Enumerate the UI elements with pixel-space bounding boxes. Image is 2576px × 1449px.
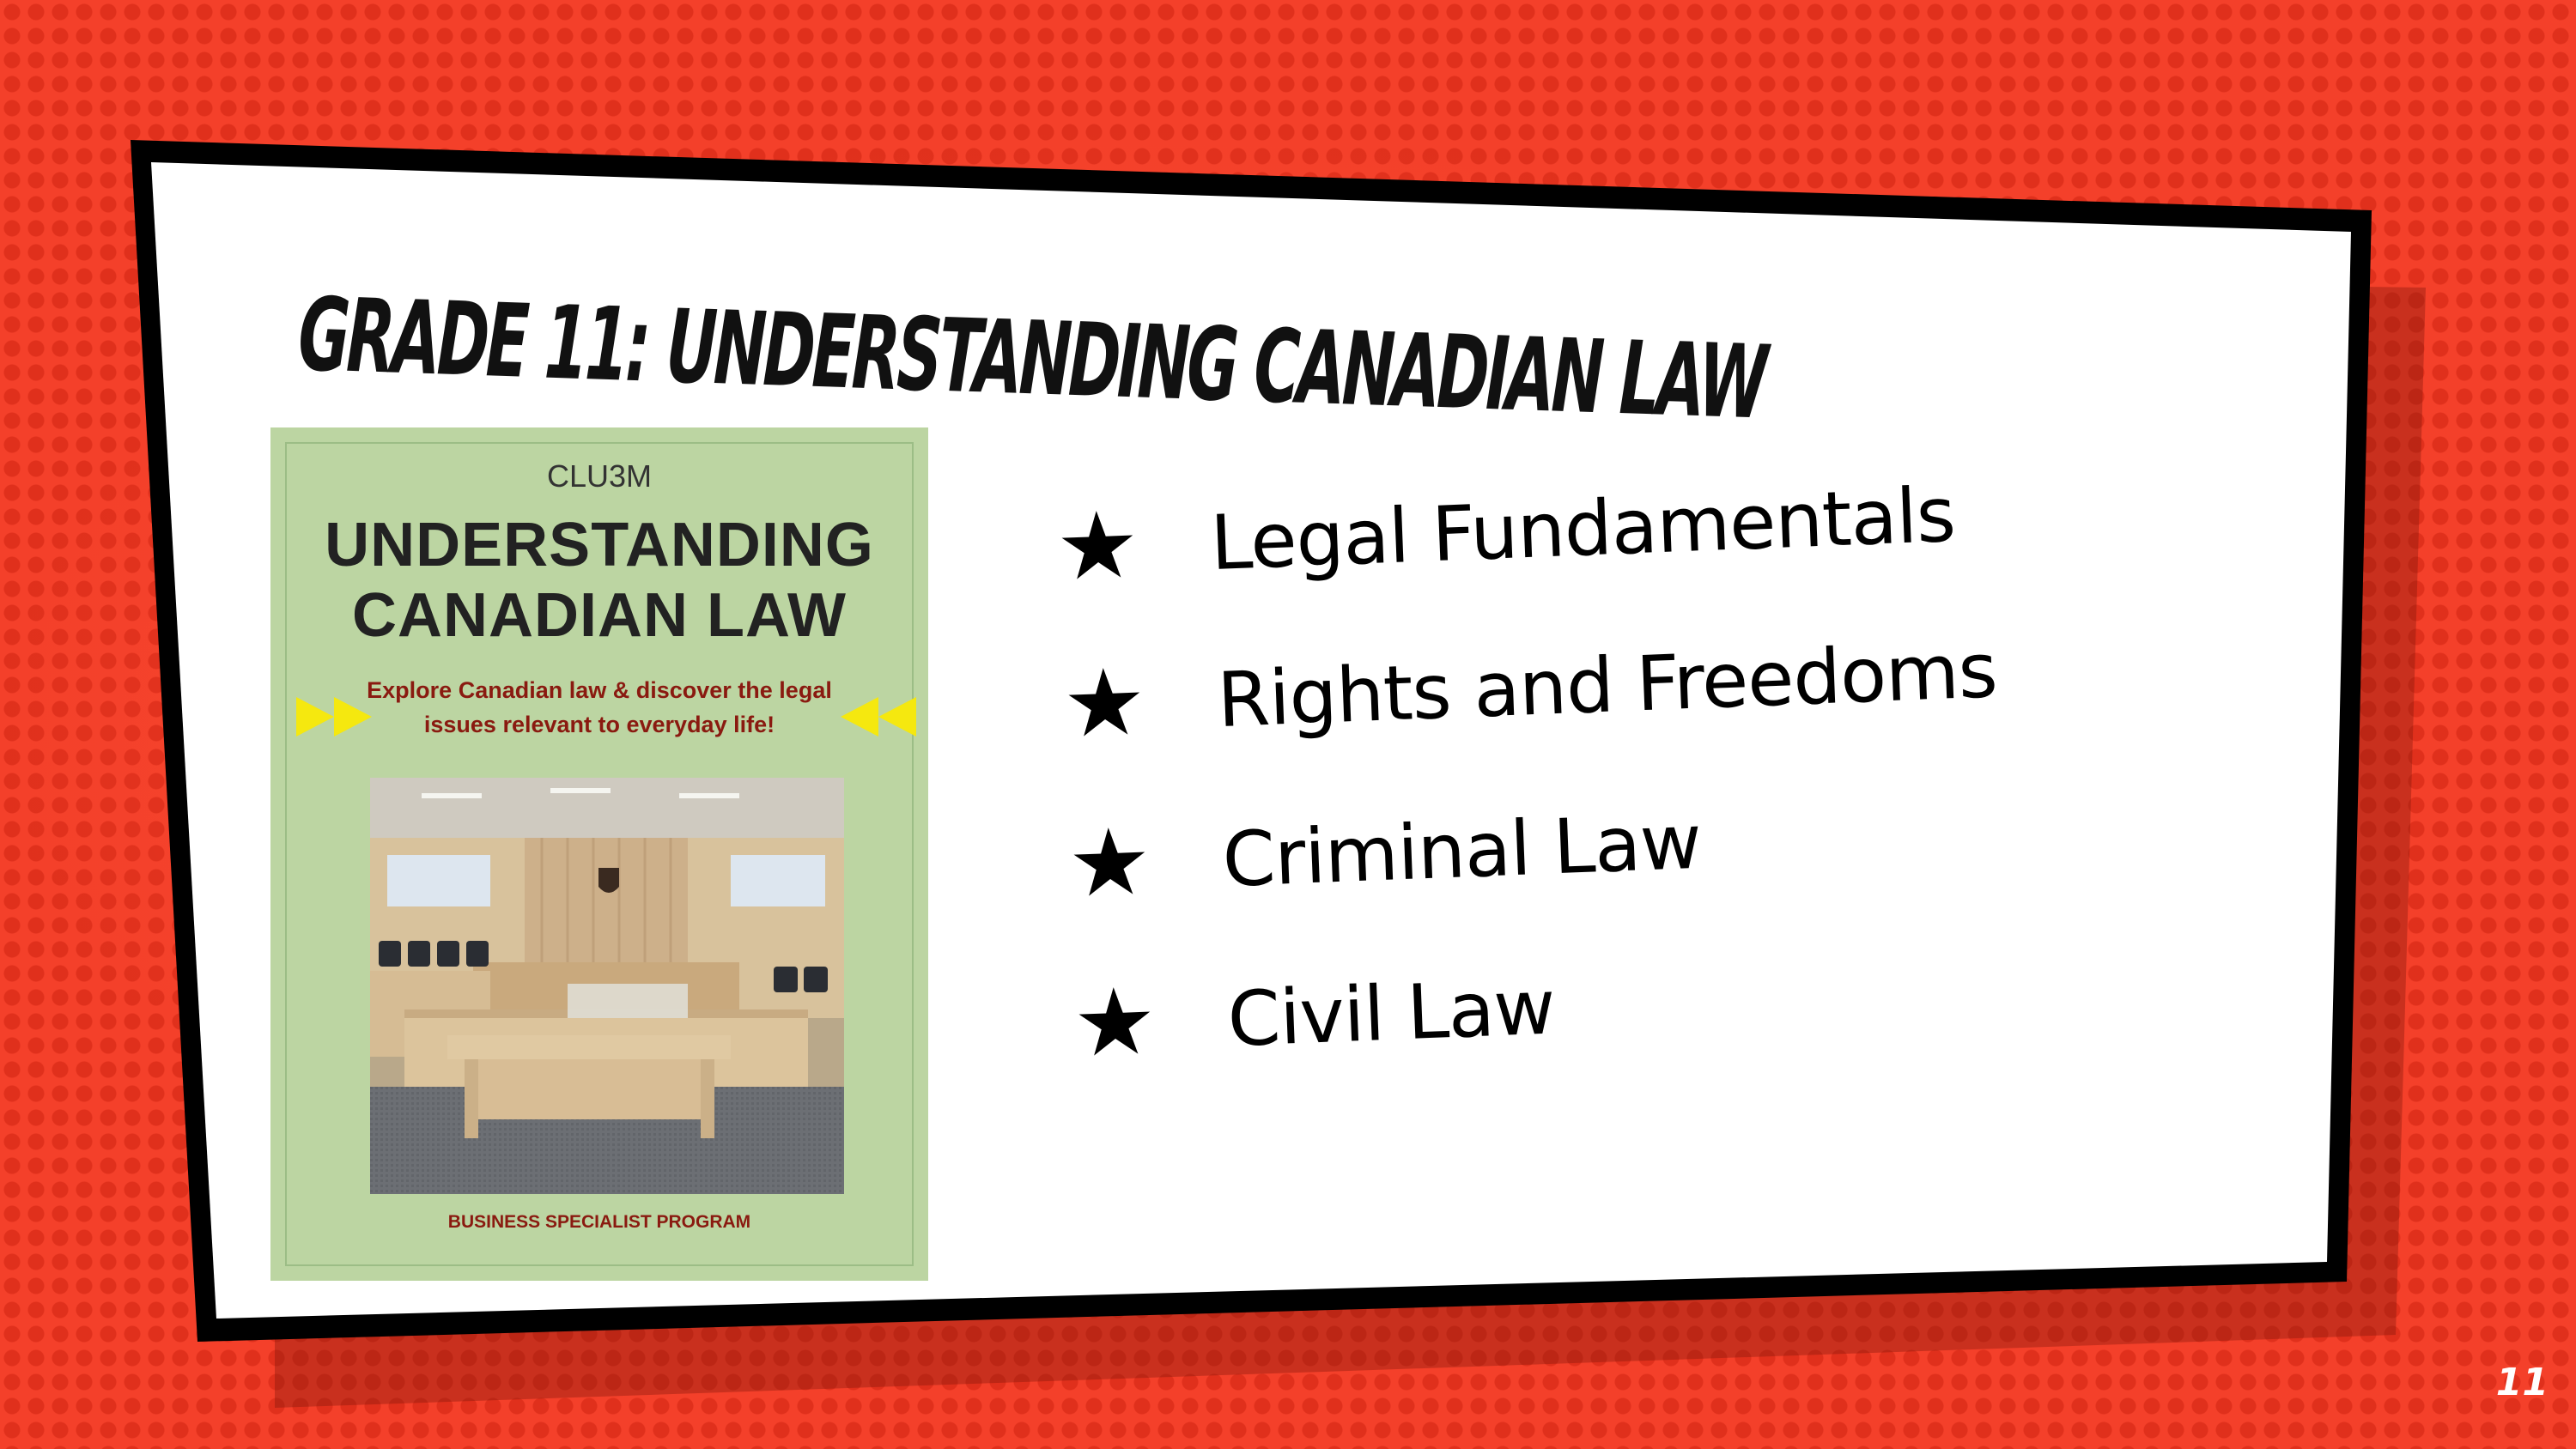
book-footer: BUSINESS SPECIALIST PROGRAM [447,1212,751,1232]
courtroom-photo [370,778,844,1194]
star-icon: ★ [1060,648,1149,759]
bullet-item-civil-law: ★ Civil Law [1071,961,1557,1078]
bullet-label: Criminal Law [1220,797,1703,904]
book-title-line-2: CANADIAN LAW [352,581,847,650]
double-arrow-left-icon [841,697,916,737]
star-icon: ★ [1054,491,1142,602]
book-cover-image: CLU3M UNDERSTANDING CANADIAN LAW Explore… [270,427,928,1281]
book-course-code: CLU3M [546,458,653,494]
page-number: 11 [2495,1361,2549,1404]
courtroom-illustration [370,778,844,1194]
book-title-line-1: UNDERSTANDING [325,511,874,579]
book-tagline-line-1: Explore Canadian law & discover the lega… [367,677,832,703]
star-icon: ★ [1071,967,1159,1078]
star-icon: ★ [1066,808,1154,919]
book-tagline: Explore Canadian law & discover the lega… [339,673,860,742]
book-tagline-line-2: issues relevant to everyday life! [423,712,775,737]
bullet-label: Civil Law [1225,962,1557,1064]
